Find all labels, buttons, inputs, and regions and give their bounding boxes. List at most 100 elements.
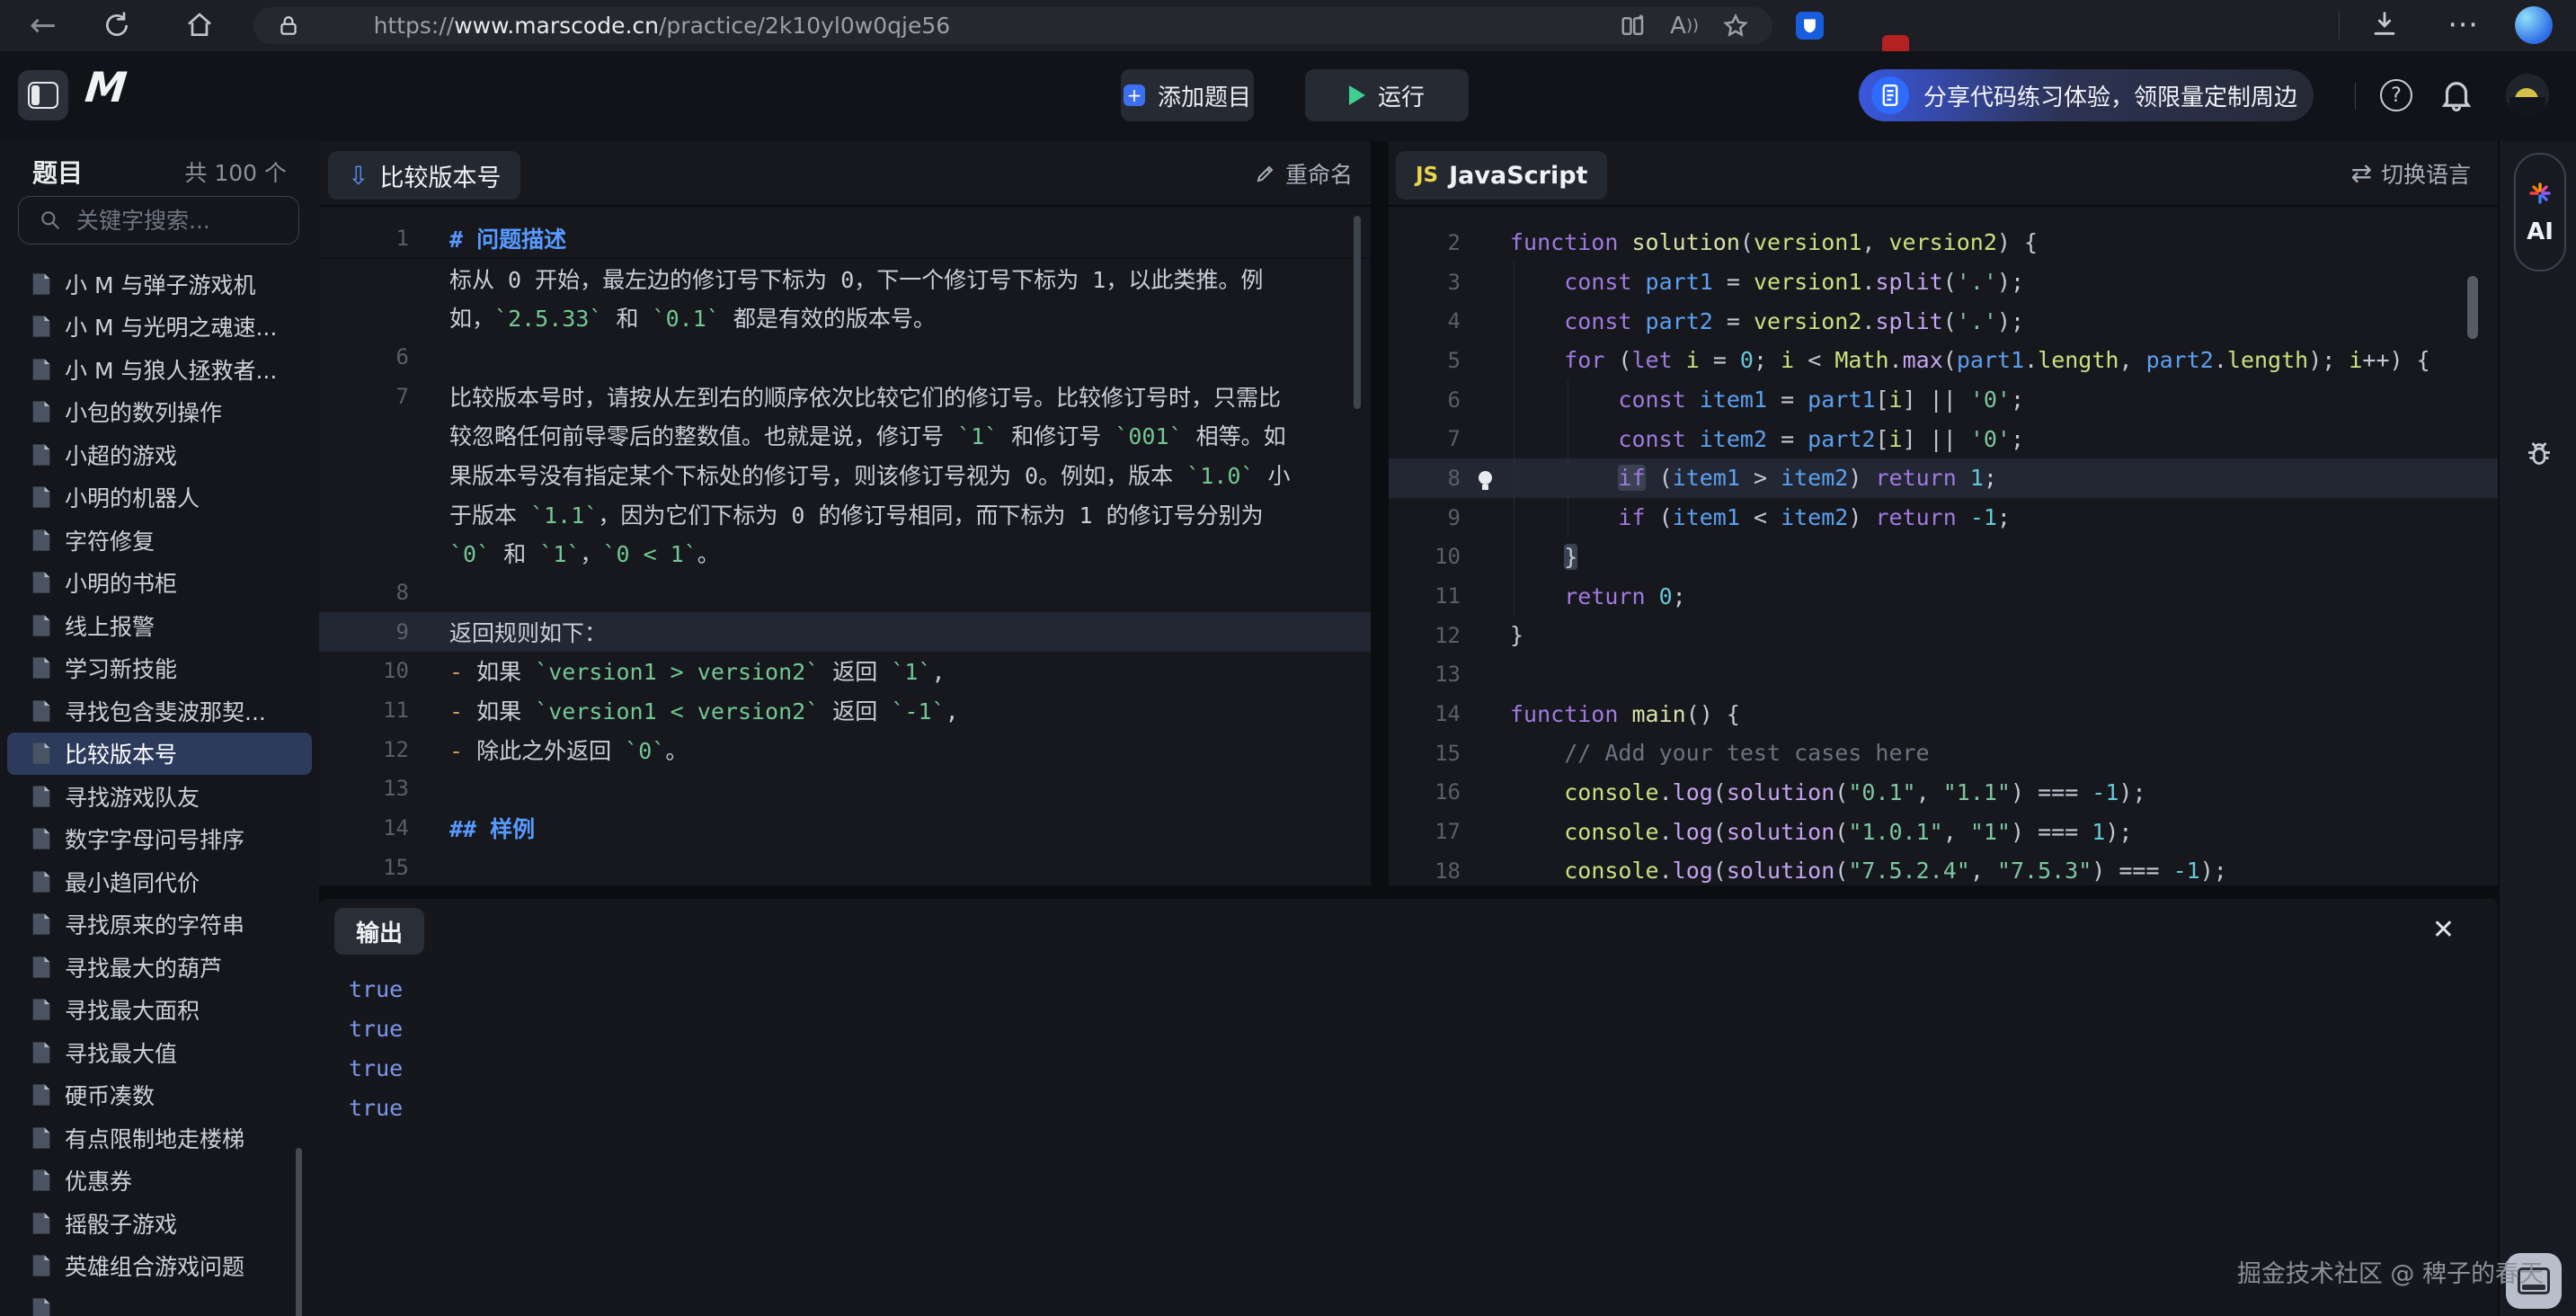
problem-item[interactable]: 小明的书柜 [7,562,312,605]
problem-item[interactable]: 小 M 与弹子游戏机 [7,262,312,306]
code-line[interactable]: 13 [1389,655,2498,695]
add-problem-button[interactable]: + 添加题目 [1121,69,1254,121]
code-line[interactable]: 18 console.log(solution("7.5.2.4", "7.5.… [1389,851,2498,885]
search-box[interactable] [18,196,299,245]
code-line[interactable]: 4 const part2 = version2.split('.'); [1389,301,2498,341]
editor-scrollbar[interactable] [2467,276,2478,339]
problem-count: 共 100 个 [184,156,287,188]
description-line[interactable]: 较忽略任何前导零后的整数值。也就是说，修订号 `1` 和修订号 `001` 相等… [319,415,1371,455]
description-line[interactable]: 8 [319,573,1371,612]
problem-item[interactable]: 比较版本号 [7,733,312,776]
search-input[interactable] [75,207,319,235]
problem-item[interactable]: 寻找最大的葫芦 [7,946,312,989]
code-editor[interactable]: 2function solution(version1, version2) {… [1389,205,2498,885]
document-icon [31,955,52,980]
problem-item[interactable]: 线上报警 [7,604,312,647]
problem-tab[interactable]: ⇩ 比较版本号 [328,151,520,200]
line-number: 14 [319,815,409,840]
bitwarden-extension-icon[interactable] [1796,12,1824,40]
problem-item[interactable]: 小 M 与狼人拯救者... [7,348,312,391]
code-line[interactable]: 2function solution(version1, version2) { [1389,223,2498,262]
code-line[interactable]: 11 return 0; [1389,576,2498,616]
description-line[interactable]: `0` 和 `1`，`0 < 1`。 [319,534,1371,574]
code-line[interactable]: 16 console.log(solution("0.1", "1.1") ==… [1389,773,2498,813]
description-line[interactable]: 1# 问题描述 [319,218,1371,259]
problem-item[interactable] [7,1287,312,1316]
problem-item[interactable]: 数字字母问号排序 [7,818,312,861]
problem-item[interactable]: 摇骰子游戏 [7,1202,312,1245]
problem-item[interactable]: 硬币凑数 [7,1074,312,1117]
read-aloud-icon[interactable]: A)) [1670,13,1699,40]
description-line[interactable]: 9返回规则如下： [319,612,1371,652]
address-bar[interactable]: https://www.marscode.cn/practice/2k10yl0… [253,7,1772,44]
description-line[interactable]: 标从 0 开始，最左边的修订号下标为 0，下一个修订号下标为 1，以此类推。例 [319,259,1371,298]
problem-item[interactable]: 小超的游戏 [7,433,312,476]
description-line[interactable]: 7比较版本号时，请按从左到右的顺序依次比较它们的修订号。比较修订号时，只需比 [319,377,1371,416]
description-line[interactable]: 11- 如果 `version1 < version2` 返回 `-1`, [319,690,1371,730]
code-line[interactable]: 10 } [1389,538,2498,577]
code-line[interactable]: 3 const part1 = version1.split('.'); [1389,262,2498,302]
run-button[interactable]: 运行 [1305,69,1469,121]
code-line[interactable]: 5 for (let i = 0; i < Math.max(part1.len… [1389,341,2498,380]
problem-item[interactable]: 字符修复 [7,519,312,562]
problem-item[interactable]: 寻找原来的字符串 [7,903,312,947]
description-line[interactable]: 15 [319,848,1371,885]
description-line[interactable]: 14## 样例 [319,808,1371,848]
sidebar-toggle-button[interactable] [18,70,68,120]
description-line[interactable]: 如，`2.5.33` 和 `0.1` 都是有效的版本号。 [319,298,1371,337]
copilot-icon[interactable] [2515,6,2553,44]
description-scrollbar[interactable] [1354,216,1361,409]
rename-button[interactable]: 重命名 [1255,141,1353,205]
output-tab[interactable]: 输出 [334,908,424,955]
close-icon[interactable]: ✕ [2432,917,2455,944]
code-line[interactable]: 14function main() { [1389,694,2498,734]
description-line[interactable]: 10- 如果 `version1 > version2` 返回 `1`, [319,652,1371,691]
problem-item[interactable]: 最小趋同代价 [7,860,312,903]
code-line[interactable]: 12} [1389,616,2498,655]
downloads-icon[interactable] [2369,8,2400,39]
browser-menu-icon[interactable]: ⋯ [2443,2,2483,47]
favorite-star-icon[interactable] [1722,13,1749,40]
description-line[interactable]: 于版本 `1.1`，因为它们下标为 0 的修订号相同，而下标为 1 的修订号分别… [319,494,1371,534]
description-line[interactable]: 果版本号没有指定某个下标处的修订号，则该修订号视为 0。例如，版本 `1.0` … [319,455,1371,494]
code-line[interactable]: 6 const item1 = part1[i] || '0'; [1389,380,2498,420]
switch-language-button[interactable]: ⇄ 切换语言 [2351,141,2471,205]
description-line[interactable]: 12- 除此之外返回 `0`。 [319,730,1371,769]
share-banner[interactable]: 分享代码练习体验，领限量定制周边 [1859,69,2314,121]
marscode-logo[interactable]: M [83,63,129,111]
description-editor[interactable]: 1# 问题描述标从 0 开始，最左边的修订号下标为 0，下一个修订号下标为 1，… [319,205,1371,885]
lightbulb-icon[interactable] [1479,471,1492,485]
description-line[interactable]: 6 [319,337,1371,377]
problem-item[interactable]: 有点限制地走楼梯 [7,1116,312,1160]
code-line[interactable]: 17 console.log(solution("1.0.1", "1") ==… [1389,812,2498,851]
notification-bell-icon[interactable] [2438,76,2475,113]
code-line[interactable]: 7 const item2 = part2[i] || '0'; [1389,419,2498,458]
refresh-icon[interactable] [102,11,131,40]
problem-item[interactable]: 小 M 与光明之魂速... [7,306,312,349]
language-tab[interactable]: JS JavaScript [1396,151,1607,200]
problem-item[interactable]: 优惠券 [7,1160,312,1203]
line-number: 14 [1389,701,1461,726]
problem-list: 小 M 与弹子游戏机 小 M 与光明之魂速... 小 M 与狼人拯救者... 小… [0,262,319,1316]
split-screen-icon[interactable] [1620,13,1647,40]
problem-item[interactable]: 寻找最大面积 [7,989,312,1032]
problem-item[interactable]: 英雄组合游戏问题 [7,1245,312,1288]
problem-item[interactable]: 寻找游戏队友 [7,775,312,818]
code-line[interactable]: 8 if (item1 > item2) return 1; [1389,458,2498,498]
debug-bug-icon[interactable] [2523,438,2555,470]
problem-item[interactable]: 学习新技能 [7,647,312,690]
sidebar-scrollbar[interactable] [296,1148,302,1316]
problem-item[interactable]: 寻找包含斐波那契... [7,689,312,733]
user-avatar[interactable] [2506,74,2549,117]
document-icon [31,485,52,510]
description-line[interactable]: 13 [319,769,1371,809]
code-line[interactable]: 9 if (item1 < item2) return -1; [1389,498,2498,538]
problem-item[interactable]: 小明的机器人 [7,476,312,520]
home-icon[interactable] [185,11,214,40]
problem-item[interactable]: 小包的数列操作 [7,391,312,434]
ai-assistant-button[interactable]: AI [2514,153,2566,271]
code-line[interactable]: 15 // Add your test cases here [1389,734,2498,773]
help-icon[interactable]: ? [2380,79,2412,111]
back-icon[interactable]: ← [23,5,63,45]
problem-item[interactable]: 寻找最大值 [7,1031,312,1074]
